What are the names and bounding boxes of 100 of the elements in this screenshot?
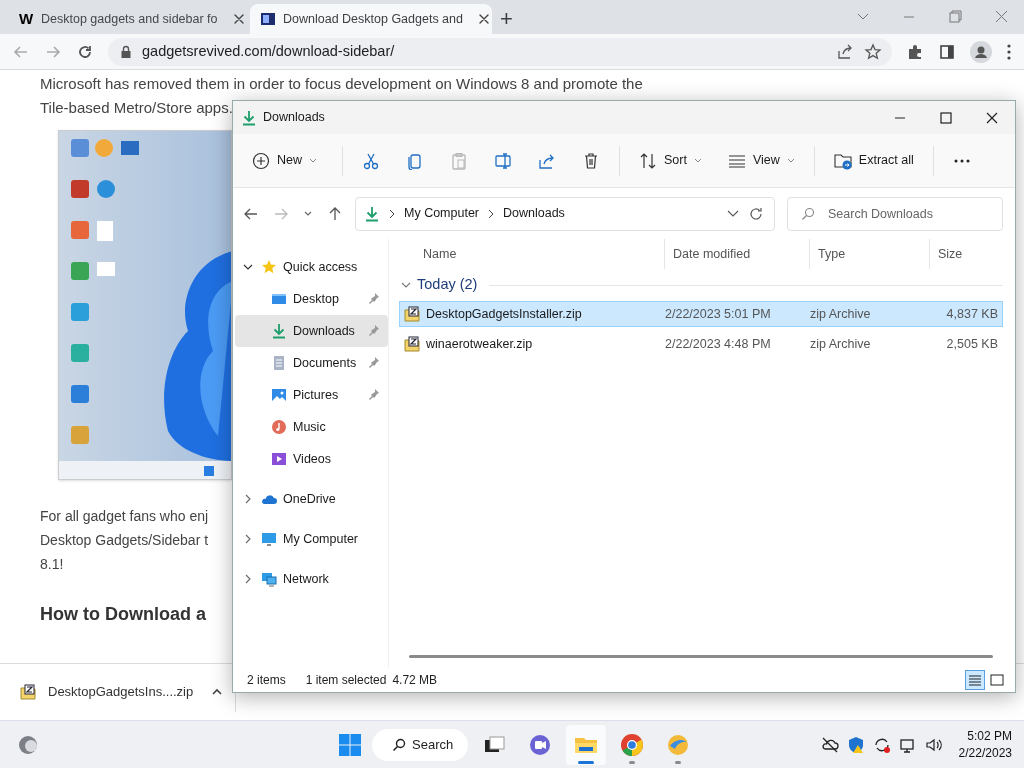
toolbar-button[interactable]: New bbox=[243, 142, 326, 179]
nav-pane-item[interactable]: Desktop bbox=[235, 283, 388, 315]
star-folder-icon bbox=[261, 259, 277, 275]
clock-time[interactable]: 5:02 PM bbox=[967, 727, 1012, 745]
nav-pane-item[interactable]: Videos bbox=[235, 443, 388, 475]
file-name: DesktopGadgetsInstaller.zip bbox=[426, 305, 582, 323]
file-size: 2,505 KB bbox=[945, 335, 999, 353]
side-panel-icon[interactable] bbox=[938, 42, 956, 61]
chevron-down-icon bbox=[693, 157, 702, 164]
paste-icon bbox=[450, 151, 468, 170]
clock-date[interactable]: 2/22/2023 bbox=[958, 744, 1012, 762]
more-options-icon[interactable] bbox=[1006, 42, 1012, 61]
zip-file-icon bbox=[404, 336, 420, 352]
details-view-icon[interactable] bbox=[965, 670, 985, 690]
close-icon[interactable] bbox=[477, 12, 491, 26]
star-icon[interactable] bbox=[864, 42, 882, 61]
refresh-icon[interactable] bbox=[748, 205, 764, 222]
file-size: 4,837 KB bbox=[945, 305, 999, 323]
zip-file-icon bbox=[404, 306, 420, 322]
chevron-right-icon[interactable] bbox=[243, 494, 253, 504]
cut-icon bbox=[362, 151, 380, 170]
status-text: 2 items bbox=[247, 672, 286, 689]
nav-pane-item[interactable]: Documents bbox=[235, 347, 388, 379]
rename-icon bbox=[494, 151, 512, 170]
chevron-right-icon[interactable] bbox=[243, 534, 253, 544]
breadcrumb-link[interactable]: My Computer bbox=[404, 204, 480, 223]
file-row[interactable]: DesktopGadgetsInstaller.zip 2/22/2023 5:01 PM zip Archive 4,837 KB bbox=[399, 301, 1003, 327]
search-icon bbox=[801, 206, 815, 221]
nav-pane-item[interactable]: My Computer bbox=[235, 523, 388, 555]
chevron-down-icon bbox=[309, 157, 317, 164]
documents-folder-icon bbox=[271, 355, 287, 371]
search-icon bbox=[392, 737, 406, 752]
cloud-offline-icon[interactable] bbox=[820, 735, 839, 754]
file-type: zip Archive bbox=[809, 305, 872, 323]
download-arrow-icon bbox=[241, 109, 257, 126]
page-favicon-icon bbox=[260, 11, 276, 27]
file-type: zip Archive bbox=[809, 335, 872, 353]
nav-pane-item[interactable]: Network bbox=[235, 563, 388, 595]
nav-pane-item[interactable]: Downloads bbox=[235, 315, 388, 347]
downloads-folder-icon bbox=[271, 323, 287, 339]
column-header[interactable]: Date modified bbox=[664, 239, 809, 269]
up-arrow-icon[interactable] bbox=[327, 205, 343, 222]
desktop-folder-icon bbox=[271, 291, 287, 307]
column-header[interactable]: Name bbox=[407, 239, 664, 269]
toolbar-button[interactable]: Extract all bbox=[824, 142, 923, 179]
status-text: 1 item selected bbox=[305, 672, 387, 689]
new-tab-button[interactable]: + bbox=[500, 8, 513, 30]
computer-folder-icon bbox=[261, 531, 277, 547]
avatar-icon[interactable] bbox=[970, 40, 992, 63]
taskbar-search-button[interactable]: Search bbox=[372, 728, 468, 761]
lock-icon bbox=[120, 44, 132, 59]
horizontal-scrollbar[interactable] bbox=[409, 655, 993, 658]
plus-circle-icon bbox=[252, 151, 270, 170]
column-header[interactable]: Type bbox=[809, 239, 929, 269]
toolbar-button[interactable]: View bbox=[718, 142, 804, 179]
nav-pane-item[interactable]: Quick access bbox=[235, 251, 388, 283]
share-icon[interactable] bbox=[836, 42, 854, 61]
breadcrumb-link[interactable]: Downloads bbox=[503, 204, 565, 223]
trash-icon bbox=[582, 151, 600, 170]
chevron-right-icon bbox=[488, 208, 495, 219]
file-name: winaerotweaker.zip bbox=[426, 335, 533, 353]
nav-pane-item[interactable]: Pictures bbox=[235, 379, 388, 411]
sort-arrows-icon bbox=[639, 151, 657, 170]
videos-folder-icon bbox=[271, 451, 287, 467]
toolbar-button[interactable]: Sort bbox=[630, 142, 711, 179]
group-header[interactable]: Today (2) bbox=[417, 274, 478, 296]
chevron-down-icon[interactable] bbox=[243, 262, 253, 272]
address-field[interactable]: gadgetsrevived.com/download-sidebar/ bbox=[108, 37, 892, 66]
file-date: 2/22/2023 4:48 PM bbox=[664, 335, 772, 353]
puzzle-piece-icon[interactable] bbox=[906, 42, 924, 61]
browser-tab[interactable]: Download Desktop Gadgets and bbox=[250, 4, 492, 34]
search-field[interactable]: Search Downloads bbox=[787, 196, 1003, 231]
network-folder-icon bbox=[261, 571, 277, 587]
music-folder-icon bbox=[271, 419, 287, 435]
article-text: Tile-based Metro/Store apps. bbox=[40, 98, 233, 118]
weather-widget-icon[interactable] bbox=[18, 733, 40, 756]
chevron-down-icon[interactable] bbox=[727, 209, 739, 218]
shield-warning-icon[interactable] bbox=[846, 735, 865, 754]
file-row[interactable]: winaerotweaker.zip 2/22/2023 4:48 PM zip Archive 2,505 KB bbox=[399, 331, 1003, 357]
file-date: 2/22/2023 5:01 PM bbox=[664, 305, 772, 323]
status-text: 4.72 MB bbox=[392, 672, 438, 689]
column-header[interactable]: Size bbox=[929, 239, 1003, 269]
copy-icon bbox=[406, 151, 424, 170]
nav-pane-item[interactable]: OneDrive bbox=[235, 483, 388, 515]
window-title: Downloads bbox=[263, 109, 325, 127]
article-text: For all gadget fans who enj bbox=[40, 507, 209, 526]
article-text: Microsoft has removed them in order to focus development on Windows 8 and promote the bbox=[40, 74, 643, 94]
article-text: Desktop Gadgets/Sidebar t bbox=[40, 531, 209, 550]
folder-extract-icon bbox=[833, 151, 852, 170]
article-heading: How to Download a bbox=[40, 603, 206, 626]
more-options-icon bbox=[952, 158, 971, 163]
chevron-right-icon[interactable] bbox=[243, 574, 253, 584]
nav-pane-item[interactable]: Music bbox=[235, 411, 388, 443]
download-arrow-icon bbox=[364, 205, 380, 222]
path-bar[interactable]: My Computer Downloads bbox=[355, 196, 775, 231]
pictures-folder-icon bbox=[271, 387, 287, 403]
chevron-down-icon bbox=[786, 157, 795, 164]
browser-tab[interactable]: W Desktop gadgets and sidebar fo bbox=[8, 4, 250, 34]
chevron-right-icon bbox=[389, 208, 395, 219]
zip-file-icon bbox=[20, 684, 36, 700]
